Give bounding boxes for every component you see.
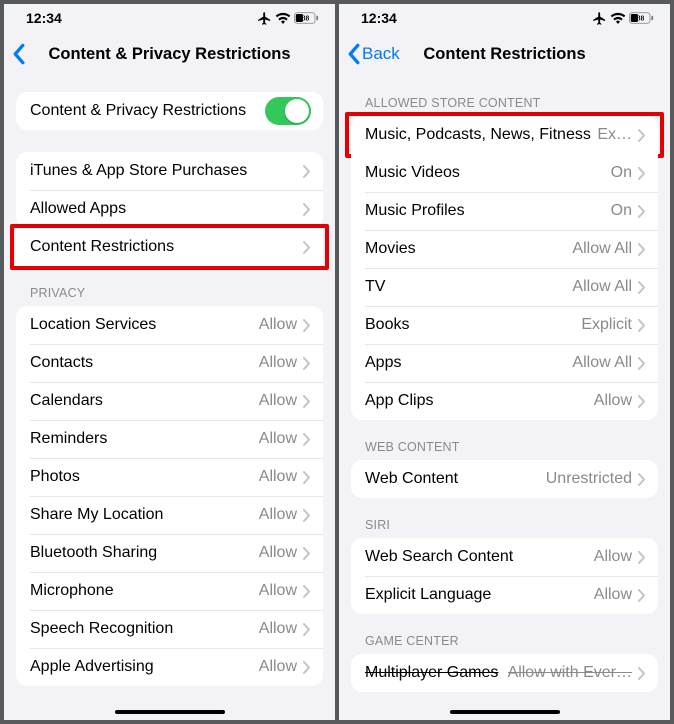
settings-list[interactable]: Content & Privacy Restrictions iTunes & … [4, 76, 335, 720]
chevron-right-icon [638, 243, 646, 256]
gc-group: Multiplayer GamesAllow with Ever… [351, 654, 658, 692]
chevron-right-icon [303, 547, 311, 560]
home-indicator[interactable] [450, 710, 560, 714]
multiplayer-games-row[interactable]: Multiplayer GamesAllow with Ever… [351, 654, 658, 692]
status-bar: 12:34 38 [4, 4, 335, 32]
chevron-left-icon [12, 43, 25, 65]
wifi-icon [275, 12, 291, 24]
status-bar: 12:34 38 [339, 4, 670, 32]
chevron-right-icon [303, 661, 311, 674]
siri-header: SIRI [351, 498, 658, 538]
chevron-right-icon [303, 471, 311, 484]
airplane-icon [592, 11, 607, 26]
chevron-right-icon [303, 203, 311, 216]
chevron-right-icon [638, 589, 646, 602]
chevron-right-icon [303, 395, 311, 408]
chevron-right-icon [303, 433, 311, 446]
chevron-right-icon [638, 281, 646, 294]
chevron-right-icon [638, 357, 646, 370]
explicit-language-row[interactable]: Explicit LanguageAllow [351, 576, 658, 614]
bluetooth-sharing-row[interactable]: Bluetooth SharingAllow [16, 534, 323, 572]
privacy-header: PRIVACY [16, 266, 323, 306]
chevron-right-icon [303, 165, 311, 178]
page-title: Content & Privacy Restrictions [48, 45, 290, 64]
chevron-right-icon [303, 319, 311, 332]
microphone-row[interactable]: MicrophoneAllow [16, 572, 323, 610]
status-time: 12:34 [26, 10, 62, 26]
reminders-row[interactable]: RemindersAllow [16, 420, 323, 458]
wifi-icon [610, 12, 626, 24]
location-services-row[interactable]: Location ServicesAllow [16, 306, 323, 344]
music-videos-row[interactable]: Music VideosOn [351, 154, 658, 192]
allowed-apps-row[interactable]: Allowed Apps [16, 190, 323, 228]
content-restrictions-row[interactable]: Content Restrictions [16, 228, 323, 266]
nav-bar: Back Content Restrictions [339, 32, 670, 76]
chevron-right-icon [638, 473, 646, 486]
battery-icon: 38 [629, 12, 654, 24]
music-profiles-row[interactable]: Music ProfilesOn [351, 192, 658, 230]
game-center-header: GAME CENTER [351, 614, 658, 654]
chevron-right-icon [303, 241, 311, 254]
chevron-right-icon [638, 129, 646, 142]
content-privacy-toggle-row[interactable]: Content & Privacy Restrictions [16, 92, 323, 130]
battery-icon: 38 [294, 12, 319, 24]
page-title: Content Restrictions [423, 45, 585, 64]
siri-group: Web Search ContentAllow Explicit Languag… [351, 538, 658, 614]
photos-row[interactable]: PhotosAllow [16, 458, 323, 496]
apps-row[interactable]: AppsAllow All [351, 344, 658, 382]
back-button[interactable] [12, 43, 25, 65]
chevron-right-icon [303, 509, 311, 522]
chevron-left-icon [347, 43, 360, 65]
app-clips-row[interactable]: App ClipsAllow [351, 382, 658, 420]
airplane-icon [257, 11, 272, 26]
share-location-row[interactable]: Share My LocationAllow [16, 496, 323, 534]
speech-recognition-row[interactable]: Speech RecognitionAllow [16, 610, 323, 648]
back-label: Back [362, 44, 400, 64]
music-row[interactable]: Music, Podcasts, News, Fitness Ex… [351, 116, 658, 154]
svg-text:38: 38 [302, 15, 310, 23]
movies-row[interactable]: MoviesAllow All [351, 230, 658, 268]
web-search-content-row[interactable]: Web Search ContentAllow [351, 538, 658, 576]
books-row[interactable]: BooksExplicit [351, 306, 658, 344]
chevron-right-icon [638, 167, 646, 180]
status-right: 38 [592, 11, 654, 26]
chevron-right-icon [638, 667, 646, 680]
content-restrictions-highlight: Content Restrictions [10, 224, 329, 270]
privacy-group: Location ServicesAllow ContactsAllow Cal… [16, 306, 323, 686]
allowed-store-header: ALLOWED STORE CONTENT [351, 76, 658, 116]
chevron-right-icon [303, 623, 311, 636]
status-right: 38 [257, 11, 319, 26]
music-highlight: Music, Podcasts, News, Fitness Ex… [345, 112, 664, 158]
web-header: WEB CONTENT [351, 420, 658, 460]
chevron-right-icon [303, 357, 311, 370]
nav-bar: Content & Privacy Restrictions [4, 32, 335, 76]
chevron-right-icon [638, 319, 646, 332]
toggle-label: Content & Privacy Restrictions [30, 102, 265, 120]
home-indicator[interactable] [115, 710, 225, 714]
apple-advertising-row[interactable]: Apple AdvertisingAllow [16, 648, 323, 686]
main-group: iTunes & App Store Purchases Allowed App… [16, 152, 323, 228]
settings-list[interactable]: ALLOWED STORE CONTENT Music, Podcasts, N… [339, 76, 670, 720]
toggle-group: Content & Privacy Restrictions [16, 92, 323, 130]
web-content-row[interactable]: Web ContentUnrestricted [351, 460, 658, 498]
chevron-right-icon [638, 551, 646, 564]
toggle-switch-on[interactable] [265, 97, 311, 125]
svg-text:38: 38 [637, 15, 645, 23]
tv-row[interactable]: TVAllow All [351, 268, 658, 306]
back-button[interactable]: Back [347, 43, 400, 65]
web-group: Web ContentUnrestricted [351, 460, 658, 498]
chevron-right-icon [638, 205, 646, 218]
phone-right: 12:34 38 Back Content Restrictions ALLOW… [339, 4, 670, 720]
calendars-row[interactable]: CalendarsAllow [16, 382, 323, 420]
chevron-right-icon [638, 395, 646, 408]
itunes-purchases-row[interactable]: iTunes & App Store Purchases [16, 152, 323, 190]
chevron-right-icon [303, 585, 311, 598]
status-time: 12:34 [361, 10, 397, 26]
store-group: Music VideosOn Music ProfilesOn MoviesAl… [351, 154, 658, 420]
contacts-row[interactable]: ContactsAllow [16, 344, 323, 382]
phone-left: 12:34 38 Content & Privacy Restrictions … [4, 4, 335, 720]
